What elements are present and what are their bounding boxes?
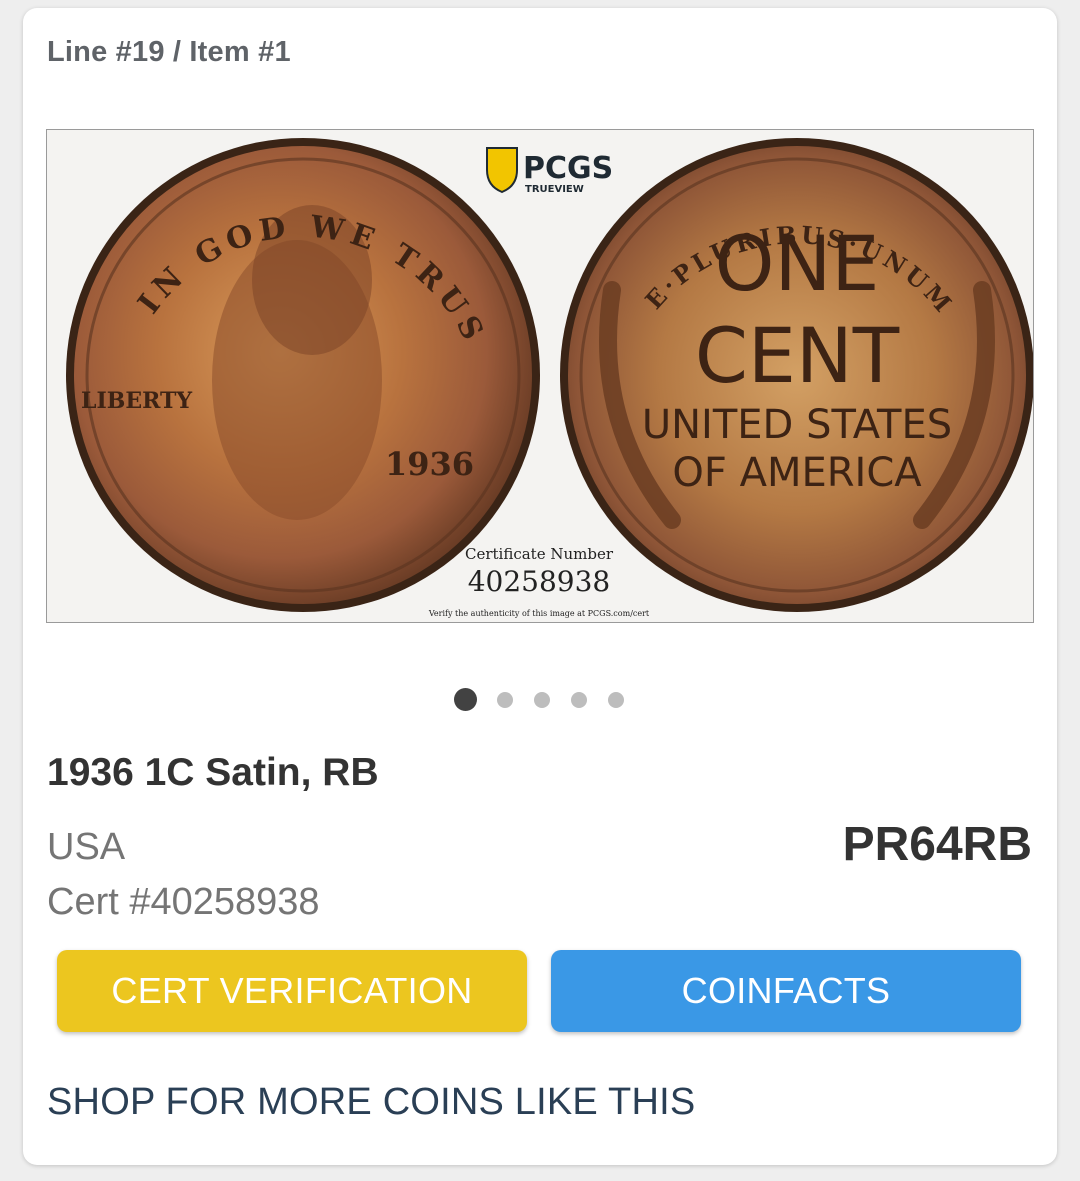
reverse-coin: E·PLURIBUS·UNUM ONE CENT UNITED STATES O…: [560, 138, 1033, 612]
pcgs-logo-text: PCGS: [523, 151, 613, 186]
certificate-label: Certificate Number: [465, 545, 614, 563]
carousel-dot-2[interactable]: [497, 692, 513, 708]
reverse-denomination-one: ONE: [715, 219, 880, 308]
item-title: 1936 1C Satin, RB: [47, 751, 379, 794]
item-cert: Cert #40258938: [47, 881, 320, 923]
obverse-liberty: LIBERTY: [81, 388, 192, 414]
verify-text: Verify the authenticity of this image at…: [428, 609, 650, 618]
carousel-dot-4[interactable]: [571, 692, 587, 708]
certificate-number: 40258938: [468, 565, 611, 598]
reverse-country-line1: UNITED STATES: [642, 402, 952, 448]
obverse-coin: IN GOD WE TRUST LIBERTY 1936: [47, 130, 540, 612]
pcgs-logo: PCGS TRUEVIEW: [486, 147, 613, 195]
carousel-dot-1[interactable]: [454, 688, 477, 711]
reverse-denomination-cent: CENT: [695, 311, 900, 400]
obverse-date: 1936: [385, 445, 474, 483]
item-grade: PR64RB: [842, 818, 1032, 871]
item-card: Line #19 / Item #1 IN GOD WE TRUS LIBERT…: [23, 8, 1057, 1165]
coinfacts-button[interactable]: COINFACTS: [551, 950, 1021, 1032]
coin-image-canvas: IN GOD WE TRUST LIBERTY 1936 E·PLURIBUS·…: [47, 130, 1033, 618]
reverse-country-line2: OF AMERICA: [672, 450, 922, 496]
breadcrumb: Line #19 / Item #1: [47, 36, 291, 68]
carousel-dots: [23, 688, 1057, 712]
coin-image[interactable]: IN GOD WE TRUST LIBERTY 1936 E·PLURIBUS·…: [46, 129, 1034, 623]
carousel-dot-3[interactable]: [534, 692, 550, 708]
shop-more-coins-link[interactable]: SHOP FOR MORE COINS LIKE THIS: [47, 1081, 695, 1124]
cert-verification-button[interactable]: CERT VERIFICATION: [57, 950, 527, 1032]
pcgs-logo-subtext: TRUEVIEW: [525, 184, 584, 195]
item-country: USA: [47, 826, 126, 868]
carousel-dot-5[interactable]: [608, 692, 624, 708]
